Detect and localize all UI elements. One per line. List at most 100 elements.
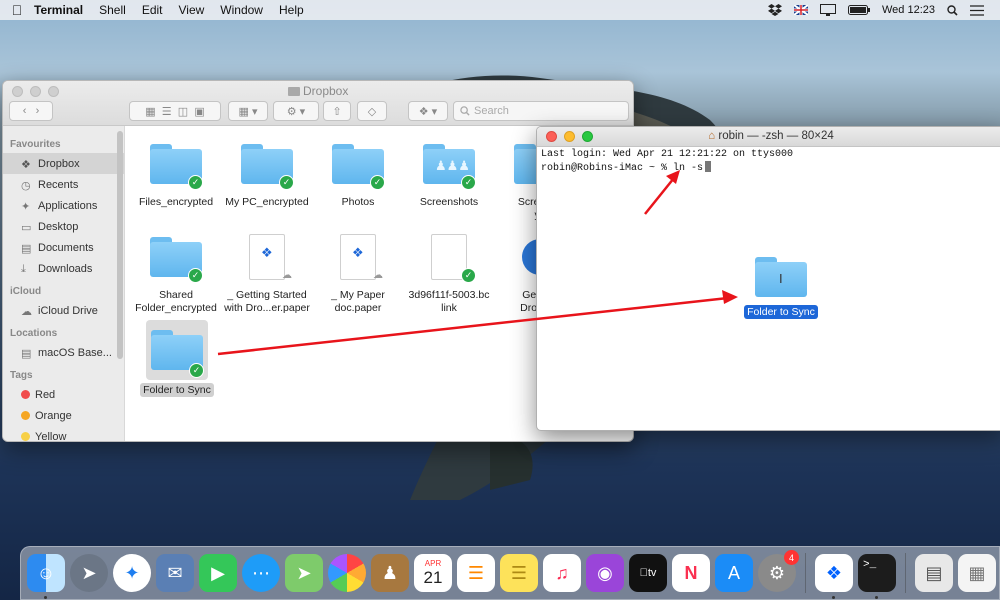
file-item-screenshots[interactable]: ♟♟♟ ✓ Screenshots	[404, 136, 494, 209]
gallery-view-icon[interactable]: ▣	[194, 105, 204, 118]
dock-finder-icon[interactable]: ☺	[27, 554, 65, 599]
action-button[interactable]: ⚙ ▾	[273, 101, 319, 121]
applications-icon: ✦	[21, 200, 31, 213]
dock-news-icon[interactable]: N	[672, 554, 710, 592]
menu-edit[interactable]: Edit	[134, 3, 171, 17]
sidebar-item-desktop[interactable]: ▭ Desktop	[3, 216, 124, 237]
chevron-right-icon[interactable]: ›	[36, 105, 40, 117]
sync-check-icon: ✓	[461, 268, 476, 283]
terminal-output[interactable]: Last login: Wed Apr 21 12:21:22 on ttys0…	[537, 147, 1000, 177]
dock-app-store-icon[interactable]: A	[715, 554, 753, 592]
apple-menu-icon[interactable]: 	[0, 2, 34, 18]
menu-help[interactable]: Help	[271, 3, 312, 17]
battery-icon[interactable]	[847, 5, 870, 15]
chevron-left-icon[interactable]: ‹	[23, 105, 27, 117]
column-view-icon[interactable]: ◫	[178, 105, 188, 118]
menu-app-name[interactable]: Terminal	[34, 3, 91, 17]
sidebar-item-dropbox[interactable]: ❖ Dropbox	[3, 153, 124, 174]
control-center-icon[interactable]	[970, 4, 984, 16]
cloud-icon: ☁	[282, 270, 292, 281]
dock-system-preferences-icon[interactable]: ⚙ 4	[758, 550, 799, 592]
dropbox-icon: ❖	[261, 245, 273, 260]
dock-contacts-icon[interactable]: ♟	[371, 554, 409, 592]
display-mirroring-icon[interactable]	[819, 4, 836, 16]
grid-view-icon[interactable]: ▦	[145, 105, 155, 118]
dropbox-toolbar-button[interactable]: ❖ ▾	[408, 101, 448, 121]
home-icon: ⌂	[708, 130, 716, 142]
file-item-getting-started-paper[interactable]: ❖ ☁ _ Getting Started with Dro...er.paper	[222, 229, 312, 315]
finder-titlebar: Dropbox ‹ › ▦ ☰ ◫ ▣ ▦ ▾ ⚙ ▾ ⇧ ◇ ❖ ▾ Sear…	[3, 81, 633, 126]
dock-reminders-icon[interactable]: ☰	[457, 554, 495, 592]
dock-terminal-icon[interactable]: >_	[858, 554, 896, 599]
paper-doc-icon: ❖	[249, 234, 285, 280]
sidebar-item-documents[interactable]: ▤ Documents	[3, 237, 124, 258]
sidebar-item-tag-yellow[interactable]: Yellow	[3, 426, 124, 441]
terminal-titlebar: ⌂ robin — -zsh — 80×24	[537, 127, 1000, 147]
menu-view[interactable]: View	[171, 3, 213, 17]
folder-icon	[287, 87, 300, 96]
terminal-line-login: Last login: Wed Apr 21 12:21:22 on ttys0…	[541, 149, 794, 160]
sync-check-icon: ✓	[188, 268, 203, 283]
document-icon: ▤	[21, 242, 32, 255]
dock-calendar-icon[interactable]: APR 21	[414, 554, 452, 592]
dock-appletv-icon[interactable]: tv	[629, 554, 667, 592]
dock-messages-icon[interactable]: ⋯	[242, 554, 280, 592]
file-item-bc-link[interactable]: ✓ 3d96f11f-5003.bc link	[404, 229, 494, 315]
dock-safari-icon[interactable]: ✦	[113, 554, 151, 592]
list-view-icon[interactable]: ☰	[162, 105, 172, 118]
cloud-icon: ☁	[21, 305, 32, 318]
people-icon: ♟♟♟	[435, 158, 470, 173]
search-placeholder: Search	[474, 105, 509, 117]
dock: ☺ ➤ ✦ ✉ ▶ ⋯ ➤ ♟ APR 21 ☰ ☰ ♫ ◉ tv N A ⚙…	[20, 546, 1000, 600]
uk-flag-icon[interactable]	[793, 5, 808, 15]
sidebar-scrollbar[interactable]	[117, 131, 123, 359]
share-button[interactable]: ⇧	[323, 101, 351, 121]
dock-notes-icon[interactable]: ☰	[500, 554, 538, 592]
file-item-my-paper-doc[interactable]: ❖ ☁ _ My Paper doc.paper	[313, 229, 403, 315]
sync-check-icon: ✓	[370, 175, 385, 190]
tags-button[interactable]: ◇	[357, 101, 387, 121]
back-forward-buttons[interactable]: ‹ ›	[9, 101, 53, 121]
dock-launchpad-icon[interactable]: ➤	[70, 554, 108, 592]
group-button[interactable]: ▦ ▾	[228, 101, 268, 121]
menu-window[interactable]: Window	[212, 3, 271, 17]
sidebar-item-icloud-drive[interactable]: ☁ iCloud Drive	[3, 300, 124, 321]
sidebar-item-macos-base[interactable]: ▤ macOS Base...	[3, 342, 124, 363]
file-item-my-pc-encrypted[interactable]: ✓ My PC_encrypted	[222, 136, 312, 209]
search-icon[interactable]	[947, 4, 958, 16]
sidebar-item-applications[interactable]: ✦ Applications	[3, 195, 124, 216]
dock-dropbox-icon[interactable]: ❖	[815, 554, 853, 599]
file-item-folder-to-sync[interactable]: ✓ Folder to Sync	[132, 320, 222, 397]
dropbox-status-icon[interactable]	[767, 4, 782, 16]
sidebar-item-recents[interactable]: ◷ Recents	[3, 174, 124, 195]
sidebar-item-tag-red[interactable]: Red	[3, 384, 124, 405]
group-icon: ▦ ▾	[238, 105, 258, 118]
menu-clock[interactable]: Wed 12:23	[882, 4, 935, 16]
search-field[interactable]: Search	[453, 101, 629, 121]
dock-music-icon[interactable]: ♫	[543, 554, 581, 592]
sidebar-heading-icloud: iCloud	[10, 286, 42, 297]
share-icon: ⇧	[332, 105, 342, 118]
dragged-folder-to-sync[interactable]: I Folder to Sync	[742, 254, 820, 319]
paper-doc-icon: ❖	[340, 234, 376, 280]
dock-separator	[805, 553, 806, 593]
dock-maps-icon[interactable]: ➤	[285, 554, 323, 592]
sync-check-icon: ✓	[461, 175, 476, 190]
dock-photos-icon[interactable]	[328, 554, 366, 592]
file-item-shared-folder-encrypted[interactable]: ✓ Shared Folder_encrypted	[131, 229, 221, 315]
terminal-title: ⌂ robin — -zsh — 80×24	[708, 130, 834, 142]
file-item-photos[interactable]: ✓ Photos	[313, 136, 403, 209]
dock-documents-stack-icon[interactable]: ▦	[958, 554, 996, 592]
dock-downloads-stack-icon[interactable]: ▤	[915, 554, 953, 592]
apple-logo-icon: 	[640, 567, 648, 579]
view-mode-buttons[interactable]: ▦ ☰ ◫ ▣	[129, 101, 221, 121]
file-item-files-encrypted[interactable]: ✓ Files_encrypted	[131, 136, 221, 209]
menu-shell[interactable]: Shell	[91, 3, 134, 17]
sync-check-icon: ✓	[279, 175, 294, 190]
dock-facetime-icon[interactable]: ▶	[199, 554, 237, 592]
sidebar-item-downloads[interactable]: ⤓ Downloads	[3, 258, 124, 279]
dock-mail-icon[interactable]: ✉	[156, 554, 194, 592]
folder-icon: I	[755, 257, 807, 297]
dock-podcasts-icon[interactable]: ◉	[586, 554, 624, 592]
sidebar-item-tag-orange[interactable]: Orange	[3, 405, 124, 426]
